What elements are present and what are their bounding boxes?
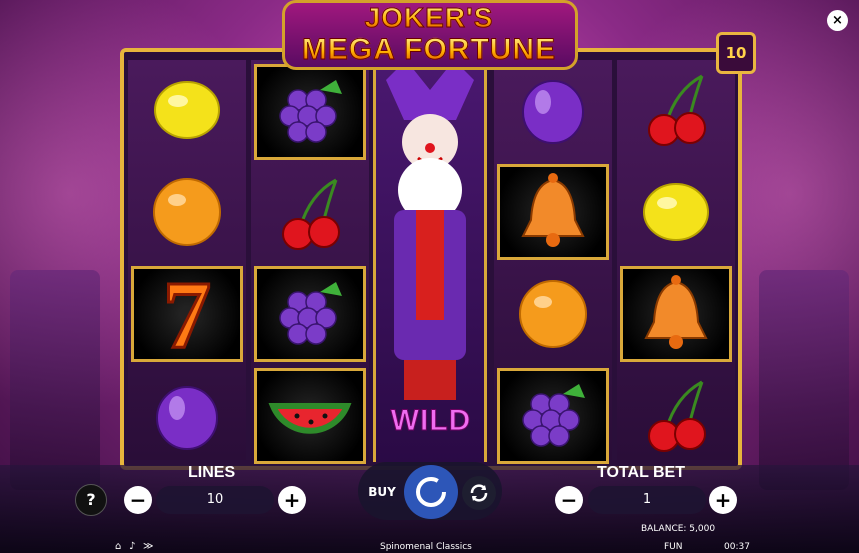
plum-icon: [497, 62, 609, 158]
wild-label: WILD: [390, 404, 472, 438]
sound-icon[interactable]: ♪: [129, 541, 135, 552]
grapes-icon: [254, 64, 366, 160]
grapes-icon: [497, 368, 609, 464]
total-bet-label: TOTAL BET: [597, 464, 685, 481]
title-line-2: MEGA FORTUNE: [278, 33, 580, 66]
clock-label: 00:37: [724, 542, 750, 552]
autoplay-icon: [470, 484, 488, 502]
close-button[interactable]: ×: [827, 10, 848, 31]
provider-label: Spinomenal Classics: [380, 542, 472, 552]
balance-text: BALANCE: 5,000: [641, 524, 716, 534]
cherry-icon: [254, 166, 366, 262]
lemon-icon: [620, 164, 732, 260]
paylines-badge: 10: [716, 32, 756, 74]
grapes-icon: [254, 266, 366, 362]
spin-button[interactable]: [404, 465, 458, 519]
slot-machine-decor-right: [759, 270, 849, 490]
title-line-1: JOKER'S: [278, 2, 580, 34]
bet-plus-button[interactable]: +: [709, 486, 737, 514]
total-bet-value: 1: [588, 486, 706, 514]
lemon-icon: [131, 62, 243, 158]
seven-icon: 7: [131, 266, 243, 362]
help-button[interactable]: ?: [75, 484, 107, 516]
buy-feature-button[interactable]: BUY: [366, 476, 398, 508]
mode-label: FUN: [664, 542, 683, 552]
svg-text:7: 7: [163, 271, 211, 357]
slot-machine-decor-left: [10, 270, 100, 490]
orange-icon: [497, 266, 609, 362]
home-icon[interactable]: ⌂: [115, 541, 121, 552]
game-title: JOKER'S MEGA FORTUNE: [278, 2, 580, 70]
lines-label: LINES: [188, 464, 236, 481]
spin-icon: [416, 477, 446, 507]
lines-value: 10: [156, 486, 274, 514]
bell-icon: [497, 164, 609, 260]
fast-play-icon[interactable]: ≫: [143, 541, 153, 552]
cherry-icon: [620, 62, 732, 158]
cherry-icon: [620, 368, 732, 464]
autoplay-button[interactable]: [462, 476, 496, 510]
plum-icon: [131, 368, 243, 464]
orange-icon: [131, 164, 243, 260]
lines-plus-button[interactable]: +: [278, 486, 306, 514]
watermelon-icon: [254, 368, 366, 464]
joker-wild-reel: [373, 60, 487, 462]
bell-icon: [620, 266, 732, 362]
bet-minus-button[interactable]: −: [555, 486, 583, 514]
lines-minus-button[interactable]: −: [124, 486, 152, 514]
